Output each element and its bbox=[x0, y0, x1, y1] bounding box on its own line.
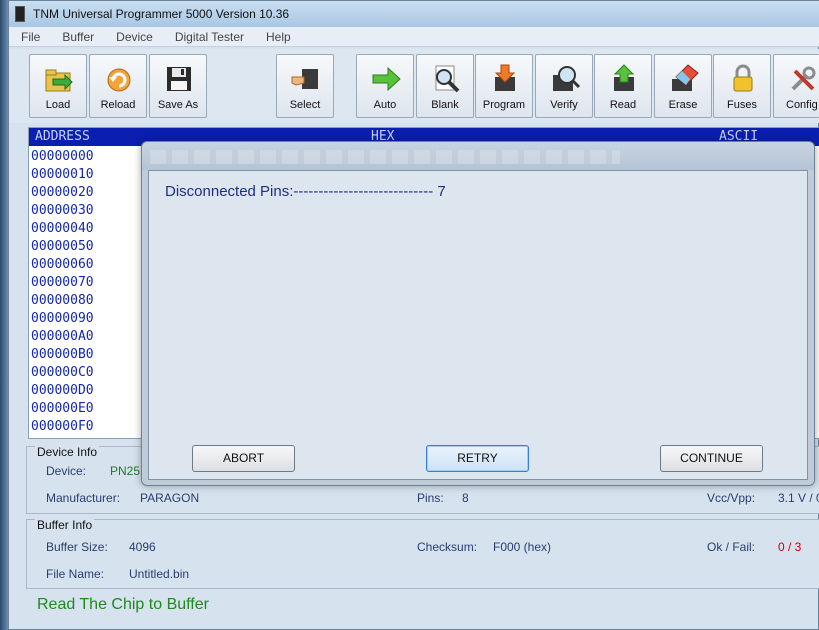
address-cell: 000000F0 bbox=[31, 419, 94, 434]
retry-button[interactable]: RETRY bbox=[426, 445, 529, 472]
address-cell: 000000A0 bbox=[31, 329, 94, 344]
vcc-value: 3.1 V / 0 bbox=[778, 491, 819, 505]
address-cell: 00000090 bbox=[31, 311, 94, 326]
vcc-label: Vcc/Vpp: bbox=[707, 491, 756, 505]
load-button[interactable]: Load bbox=[29, 54, 87, 118]
config-button[interactable]: Config bbox=[773, 54, 819, 118]
arrow-right-icon bbox=[372, 66, 401, 92]
manufacturer-label: Manufacturer: bbox=[46, 491, 121, 505]
address-column: 00000000 00000010 00000020 00000030 0000… bbox=[31, 148, 94, 436]
address-cell: 00000080 bbox=[31, 293, 94, 308]
disconnected-pins-dialog: Disconnected Pins:----------------------… bbox=[141, 141, 815, 486]
menu-file[interactable]: File bbox=[21, 30, 40, 44]
address-cell: 00000050 bbox=[31, 239, 94, 254]
checksum-value: F000 (hex) bbox=[493, 540, 552, 554]
magnifier-icon bbox=[435, 65, 460, 93]
program-button[interactable]: Program bbox=[475, 54, 533, 118]
buffer-size-label: Buffer Size: bbox=[46, 540, 108, 554]
toolbar: Load Reload Save As Select Auto Blank Pr… bbox=[9, 49, 819, 123]
address-cell: 00000000 bbox=[31, 149, 94, 164]
chip-program-icon bbox=[494, 64, 516, 91]
read-button-label: Read bbox=[609, 99, 637, 111]
dialog-title-blur bbox=[150, 150, 620, 164]
auto-button[interactable]: Auto bbox=[356, 54, 414, 118]
padlock-icon bbox=[733, 64, 753, 92]
address-cell: 00000020 bbox=[31, 185, 94, 200]
address-cell: 000000E0 bbox=[31, 401, 94, 416]
tools-icon bbox=[791, 66, 816, 91]
program-button-label: Program bbox=[482, 99, 526, 111]
menu-buffer[interactable]: Buffer bbox=[62, 30, 94, 44]
verify-button-label: Verify bbox=[550, 99, 578, 111]
manufacturer-value: PARAGON bbox=[140, 491, 200, 505]
address-cell: 000000B0 bbox=[31, 347, 94, 362]
app-icon bbox=[15, 6, 25, 22]
file-name-value: Untitled.bin bbox=[129, 567, 190, 581]
pins-label: Pins: bbox=[417, 491, 444, 505]
address-cell: 00000060 bbox=[31, 257, 94, 272]
window-title: TNM Universal Programmer 5000 Version 10… bbox=[33, 7, 290, 21]
save-as-button[interactable]: Save As bbox=[149, 54, 207, 118]
select-button-label: Select bbox=[289, 99, 321, 111]
hex-header-address: ADDRESS bbox=[35, 129, 90, 144]
dialog-title-bar[interactable] bbox=[142, 142, 814, 170]
device-value: PN25 bbox=[110, 464, 141, 478]
buffer-info-title: Buffer Info bbox=[35, 518, 95, 532]
load-button-label: Load bbox=[45, 99, 71, 111]
erase-button[interactable]: Erase bbox=[654, 54, 712, 118]
chip-select-icon bbox=[291, 69, 318, 89]
reload-button-label: Reload bbox=[100, 99, 136, 111]
abort-button[interactable]: ABORT bbox=[192, 445, 295, 472]
checksum-label: Checksum: bbox=[417, 540, 478, 554]
chip-read-icon bbox=[613, 64, 635, 91]
desktop-background bbox=[0, 0, 8, 630]
blank-button[interactable]: Blank bbox=[416, 54, 474, 118]
file-name-label: File Name: bbox=[46, 567, 105, 581]
device-info-title: Device Info bbox=[35, 445, 100, 459]
erase-button-label: Erase bbox=[668, 99, 698, 111]
address-cell: 000000C0 bbox=[31, 365, 94, 380]
auto-button-label: Auto bbox=[373, 99, 397, 111]
reload-button[interactable]: Reload bbox=[89, 54, 147, 118]
menu-bar: File Buffer Device Digital Tester Help bbox=[9, 27, 819, 47]
menu-device[interactable]: Device bbox=[116, 30, 153, 44]
device-label: Device: bbox=[46, 464, 87, 478]
blank-button-label: Blank bbox=[431, 99, 459, 111]
config-button-label: Config bbox=[786, 99, 818, 111]
status-message: Read The Chip to Buffer bbox=[37, 596, 209, 613]
dialog-message: Disconnected Pins:----------------------… bbox=[165, 183, 446, 200]
address-cell: 00000010 bbox=[31, 167, 94, 182]
eraser-icon bbox=[672, 64, 699, 91]
ok-fail-value: 0 / 3 bbox=[778, 540, 802, 554]
save-as-button-label: Save As bbox=[157, 99, 199, 111]
buffer-size-value: 4096 bbox=[129, 540, 156, 554]
fuses-button-label: Fuses bbox=[727, 99, 757, 111]
select-button[interactable]: Select bbox=[276, 54, 334, 118]
address-cell: 00000030 bbox=[31, 203, 94, 218]
pins-value: 8 bbox=[462, 491, 469, 505]
address-cell: 000000D0 bbox=[31, 383, 94, 398]
fuses-button[interactable]: Fuses bbox=[713, 54, 771, 118]
menu-digital-tester[interactable]: Digital Tester bbox=[175, 30, 244, 44]
chip-verify-icon bbox=[553, 66, 581, 91]
menu-help[interactable]: Help bbox=[266, 30, 291, 44]
floppy-disk-icon bbox=[167, 67, 191, 91]
reload-icon bbox=[107, 68, 131, 92]
continue-button[interactable]: CONTINUE bbox=[660, 445, 763, 472]
address-cell: 00000070 bbox=[31, 275, 94, 290]
dialog-body: Disconnected Pins:----------------------… bbox=[148, 170, 808, 480]
address-cell: 00000040 bbox=[31, 221, 94, 236]
ok-fail-label: Ok / Fail: bbox=[707, 540, 756, 554]
verify-button[interactable]: Verify bbox=[535, 54, 593, 118]
load-icon bbox=[45, 69, 73, 92]
title-bar[interactable]: TNM Universal Programmer 5000 Version 10… bbox=[9, 1, 819, 27]
read-button[interactable]: Read bbox=[594, 54, 652, 118]
buffer-info-panel: Buffer Info Buffer Size: 4096 Checksum: … bbox=[26, 518, 819, 589]
